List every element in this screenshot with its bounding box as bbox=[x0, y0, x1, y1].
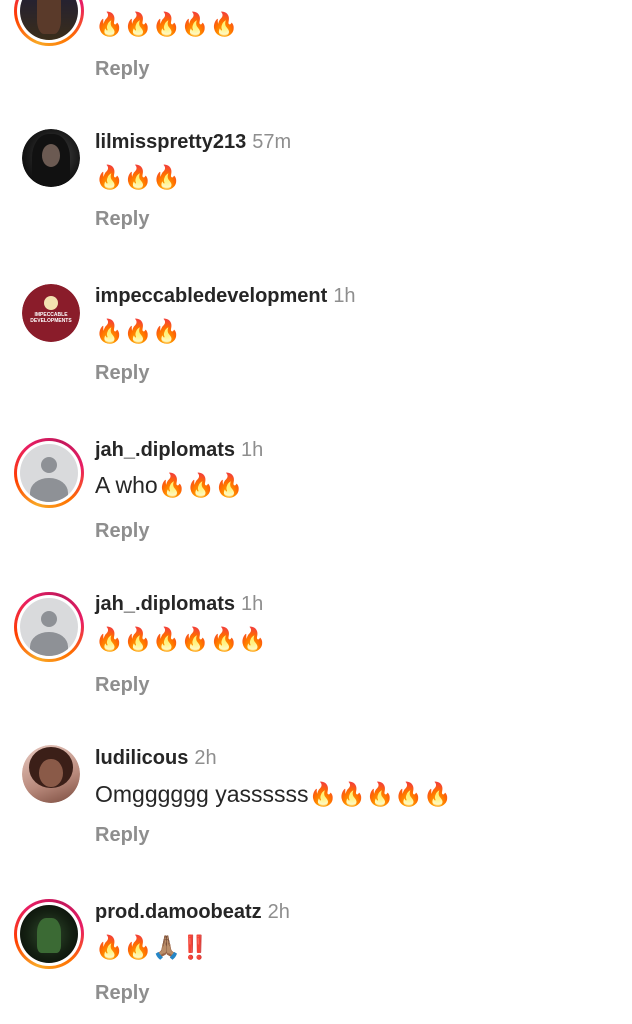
comment-header: jah_.diplomats 1h bbox=[95, 438, 263, 462]
reply-button[interactable]: Reply bbox=[95, 361, 149, 385]
timestamp: 2h bbox=[194, 747, 217, 769]
reply-button[interactable]: Reply bbox=[95, 57, 149, 81]
avatar[interactable] bbox=[22, 745, 80, 803]
reply-button[interactable]: Reply bbox=[95, 519, 149, 543]
timestamp: 1h bbox=[241, 439, 264, 461]
avatar[interactable] bbox=[14, 592, 84, 662]
comment-header: jah_.diplomats 1h bbox=[95, 592, 263, 616]
reply-button[interactable]: Reply bbox=[95, 823, 149, 847]
username[interactable]: impeccabledevelopment bbox=[95, 285, 327, 307]
brand-emblem-icon bbox=[44, 296, 58, 310]
timestamp: 2h bbox=[267, 901, 290, 923]
avatar[interactable] bbox=[14, 438, 84, 508]
timestamp: 1h bbox=[333, 285, 356, 307]
comment-header: lilmisspretty213 57m bbox=[95, 130, 291, 154]
reply-button[interactable]: Reply bbox=[95, 981, 149, 1005]
comment-text: Omgggggg yassssss🔥🔥🔥🔥🔥 bbox=[95, 781, 452, 807]
username[interactable]: prod.damoobeatz bbox=[95, 901, 262, 923]
username[interactable]: jah_.diplomats bbox=[95, 439, 235, 461]
timestamp: 57m bbox=[252, 131, 292, 153]
comment-header: ludilicous 2h bbox=[95, 746, 217, 770]
comment-text: 🔥🔥🔥🔥🔥 bbox=[95, 11, 239, 37]
comment-header: prod.damoobeatz 2h bbox=[95, 900, 290, 924]
default-person-icon bbox=[20, 598, 78, 656]
avatar[interactable] bbox=[14, 0, 84, 46]
username[interactable]: lilmisspretty213 bbox=[95, 131, 246, 153]
default-person-icon bbox=[20, 444, 78, 502]
reply-button[interactable]: Reply bbox=[95, 673, 149, 697]
comment-text: 🔥🔥🔥 bbox=[95, 164, 181, 190]
comment-text: A who🔥🔥🔥 bbox=[95, 472, 244, 498]
username[interactable]: ludilicous bbox=[95, 747, 188, 769]
avatar[interactable] bbox=[14, 899, 84, 969]
brand-logo-text: IMPECCABLE DEVELOPMENTS bbox=[30, 312, 72, 324]
username[interactable]: jah_.diplomats bbox=[95, 593, 235, 615]
comment-text: 🔥🔥🙏🏽‼️ bbox=[95, 934, 210, 960]
comment-text: 🔥🔥🔥🔥🔥🔥 bbox=[95, 626, 267, 652]
comment-header: impeccabledevelopment 1h bbox=[95, 284, 356, 308]
avatar[interactable]: IMPECCABLE DEVELOPMENTS bbox=[22, 284, 80, 342]
avatar[interactable] bbox=[22, 129, 80, 187]
timestamp: 1h bbox=[241, 593, 264, 615]
comment-text: 🔥🔥🔥 bbox=[95, 318, 181, 344]
reply-button[interactable]: Reply bbox=[95, 207, 149, 231]
